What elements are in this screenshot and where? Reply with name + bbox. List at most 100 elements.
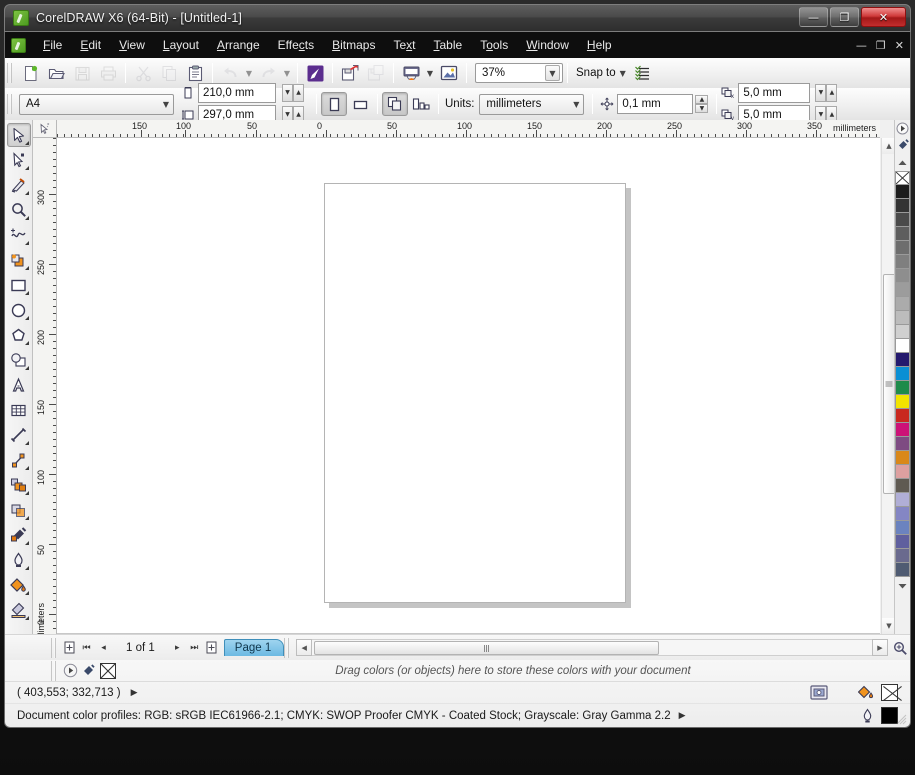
coordinates-expand-arrow[interactable]: ▶ bbox=[131, 688, 138, 698]
palette-swatch[interactable] bbox=[895, 311, 910, 325]
menu-file[interactable]: File bbox=[34, 34, 71, 56]
flyout-arrow[interactable] bbox=[24, 591, 29, 595]
toolbar-grip[interactable] bbox=[7, 63, 14, 83]
palette-swatch[interactable] bbox=[895, 521, 910, 535]
palette-swatch[interactable] bbox=[895, 493, 910, 507]
menu-layout[interactable]: Layout bbox=[154, 34, 208, 56]
horizontal-scrollbar[interactable]: ◀ ▶ bbox=[296, 639, 888, 656]
flyout-arrow[interactable] bbox=[24, 466, 29, 470]
page-width-field[interactable]: 210,0 mm bbox=[198, 83, 276, 103]
hscroll-track[interactable] bbox=[312, 639, 872, 656]
basic-shapes-tool[interactable] bbox=[7, 348, 31, 372]
close-button[interactable]: ✕ bbox=[861, 7, 906, 27]
hscroll-grip[interactable] bbox=[284, 637, 292, 658]
polygon-tool[interactable] bbox=[7, 323, 31, 347]
search-content-button[interactable] bbox=[302, 61, 328, 85]
connector-tool[interactable] bbox=[7, 448, 31, 472]
flyout-arrow[interactable] bbox=[24, 316, 29, 320]
flyout-arrow[interactable] bbox=[24, 491, 29, 495]
palette-swatch[interactable] bbox=[895, 325, 910, 339]
navigator-grip[interactable] bbox=[51, 637, 58, 658]
palette-swatch[interactable] bbox=[895, 213, 910, 227]
palette-swatch[interactable] bbox=[895, 353, 910, 367]
fill-indicator[interactable] bbox=[881, 684, 898, 701]
palette-swatch[interactable] bbox=[895, 437, 910, 451]
color-eyedropper-tool[interactable] bbox=[7, 523, 31, 547]
application-launcher-button[interactable] bbox=[436, 61, 462, 85]
maximize-button[interactable]: ❐ bbox=[830, 7, 859, 27]
menu-window[interactable]: Window bbox=[517, 34, 578, 56]
table-tool[interactable] bbox=[7, 398, 31, 422]
palette-eyedropper-button[interactable] bbox=[895, 137, 911, 154]
menu-view[interactable]: View bbox=[110, 34, 154, 56]
color-profiles-expand-arrow[interactable]: ▶ bbox=[679, 711, 686, 721]
palette-swatch[interactable] bbox=[895, 409, 910, 423]
palette-swatch[interactable] bbox=[895, 339, 910, 353]
minimize-button[interactable]: — bbox=[799, 7, 828, 27]
rectangle-tool[interactable] bbox=[7, 273, 31, 297]
palette-swatch[interactable] bbox=[895, 549, 910, 563]
palette-swatch[interactable] bbox=[895, 367, 910, 381]
snap-to-dropdown-button[interactable]: ▼ bbox=[616, 61, 630, 85]
add-page-after-button[interactable] bbox=[203, 639, 220, 656]
palette-swatch[interactable] bbox=[895, 535, 910, 549]
palette-swatch[interactable] bbox=[895, 479, 910, 493]
flyout-arrow[interactable] bbox=[24, 191, 29, 195]
palette-swatch[interactable] bbox=[895, 255, 910, 269]
document-page[interactable] bbox=[324, 183, 626, 603]
duplicate-x-field[interactable]: 5,0 mm bbox=[738, 83, 811, 103]
menu-bitmaps[interactable]: Bitmaps bbox=[323, 34, 384, 56]
previous-page-button[interactable]: ◂ bbox=[95, 639, 112, 656]
flyout-arrow[interactable] bbox=[24, 366, 29, 370]
open-document-button[interactable] bbox=[43, 61, 69, 85]
nudge-offset-field[interactable]: 0,1 mm bbox=[617, 94, 694, 114]
menu-arrange[interactable]: Arrange bbox=[208, 34, 269, 56]
text-tool[interactable] bbox=[7, 373, 31, 397]
flyout-arrow[interactable] bbox=[24, 616, 29, 620]
blend-tool[interactable] bbox=[7, 473, 31, 497]
paste-button[interactable] bbox=[182, 61, 208, 85]
pick-tool[interactable] bbox=[6, 123, 31, 147]
next-page-button[interactable]: ▸ bbox=[169, 639, 186, 656]
freehand-tool[interactable] bbox=[7, 223, 31, 247]
smart-fill-tool[interactable] bbox=[7, 248, 31, 272]
duplicate-x-increment[interactable]: ▲ bbox=[826, 84, 838, 102]
landscape-orientation-button[interactable] bbox=[347, 92, 373, 116]
fill-tool[interactable] bbox=[7, 573, 31, 597]
units-combo[interactable]: millimeters ▼ bbox=[479, 93, 585, 115]
nudge-increment[interactable]: ▲ bbox=[695, 95, 709, 104]
flyout-arrow[interactable] bbox=[24, 266, 29, 270]
flyout-arrow[interactable] bbox=[24, 241, 29, 245]
page-width-spinner[interactable]: ▼ ▲ bbox=[282, 84, 304, 102]
flyout-arrow[interactable] bbox=[24, 341, 29, 345]
menu-help[interactable]: Help bbox=[578, 34, 621, 56]
palette-swatch[interactable] bbox=[895, 395, 910, 409]
vertical-ruler[interactable]: 300 250 200 150 100 50 0 millimeters bbox=[33, 138, 57, 634]
import-button[interactable] bbox=[337, 61, 363, 85]
interactive-fill-tool[interactable] bbox=[7, 598, 31, 622]
drawing-canvas[interactable] bbox=[57, 138, 880, 634]
palette-swatch[interactable] bbox=[895, 381, 910, 395]
outline-tool[interactable] bbox=[7, 548, 31, 572]
ruler-origin-button[interactable] bbox=[33, 120, 57, 138]
palette-swatch[interactable] bbox=[895, 465, 910, 479]
first-page-button[interactable]: ⏮ bbox=[78, 639, 95, 656]
ellipse-tool[interactable] bbox=[7, 298, 31, 322]
current-page-button[interactable] bbox=[408, 92, 434, 116]
palette-swatch[interactable] bbox=[895, 269, 910, 283]
resize-grip[interactable] bbox=[895, 713, 907, 725]
palette-no-color-swatch[interactable] bbox=[895, 171, 910, 185]
zoom-level-combo[interactable]: 37% ▼ bbox=[475, 63, 563, 83]
nudge-decrement[interactable]: ▼ bbox=[695, 104, 709, 113]
flyout-arrow[interactable] bbox=[24, 541, 29, 545]
all-pages-button[interactable] bbox=[382, 92, 408, 116]
palette-swatch[interactable] bbox=[895, 451, 910, 465]
palette-swatch[interactable] bbox=[895, 227, 910, 241]
zoom-to-fit-button[interactable] bbox=[890, 639, 910, 656]
palette-dropdown-button[interactable] bbox=[895, 120, 911, 137]
page-tab-1[interactable]: Page 1 bbox=[223, 639, 285, 656]
scroll-left-button[interactable]: ◀ bbox=[296, 639, 313, 656]
add-page-before-button[interactable] bbox=[61, 639, 78, 656]
doc-palette-eyedropper-button[interactable] bbox=[79, 662, 97, 680]
doc-restore-button[interactable]: ❐ bbox=[876, 39, 886, 52]
